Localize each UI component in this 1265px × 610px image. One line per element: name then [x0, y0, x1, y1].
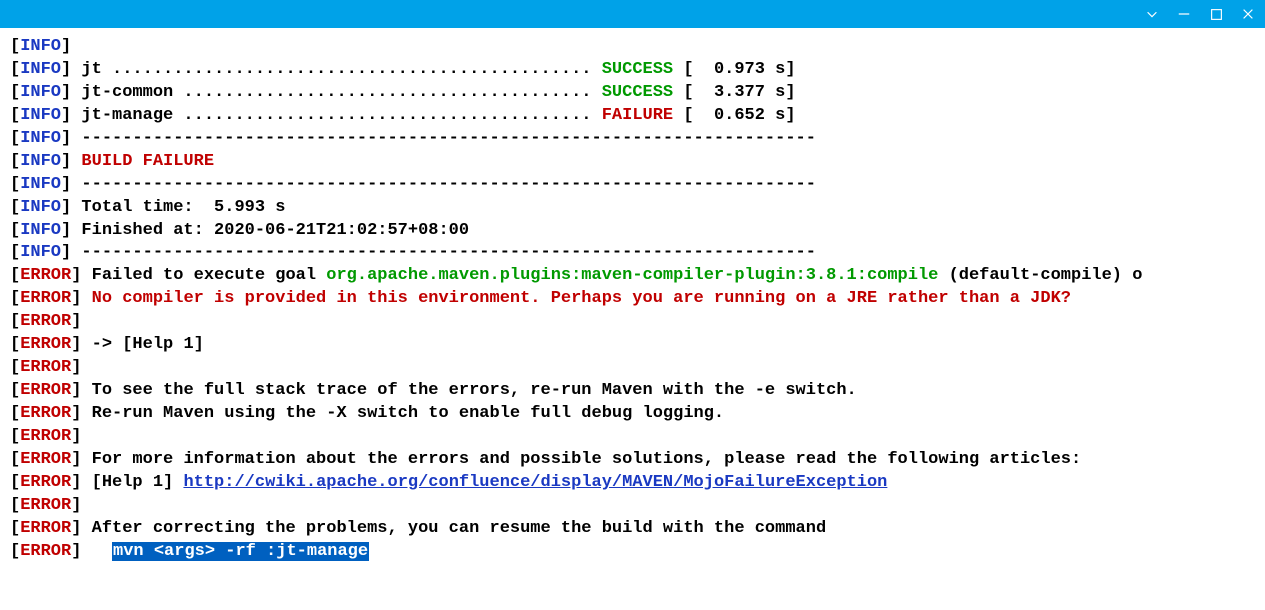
console-text: SUCCESS: [602, 83, 673, 102]
console-text: Re-run Maven using the: [81, 404, 326, 423]
resume-command: mvn <args> -rf :jt-manage: [112, 542, 369, 561]
info-tag: INFO: [20, 83, 61, 102]
error-tag: ERROR: [20, 450, 71, 469]
console-text: After correcting the problems, you can r…: [81, 519, 826, 538]
console-text: [173, 473, 183, 492]
console-text: FAILURE: [602, 106, 673, 125]
info-tag: INFO: [20, 221, 61, 240]
console-line: [ERROR] Re-run Maven using the -X switch…: [10, 403, 1255, 426]
console-text: [ 0.652 s]: [673, 106, 795, 125]
info-tag: INFO: [20, 60, 61, 79]
error-tag: ERROR: [20, 335, 71, 354]
console-text: o: [1122, 266, 1142, 285]
console-line: [ERROR] -> [Help 1]: [10, 334, 1255, 357]
console-line: [INFO] ---------------------------------…: [10, 128, 1255, 151]
info-tag: INFO: [20, 175, 61, 194]
console-line: [ERROR]: [10, 357, 1255, 380]
console-text: No compiler is provided in this environm…: [81, 289, 1071, 308]
info-tag: INFO: [20, 243, 61, 262]
error-tag: ERROR: [20, 542, 71, 561]
console-line: [ERROR] After correcting the problems, y…: [10, 518, 1255, 541]
error-tag: ERROR: [20, 427, 71, 446]
console-output: [INFO][INFO] jt ........................…: [0, 28, 1265, 574]
info-tag: INFO: [20, 129, 61, 148]
error-tag: ERROR: [20, 381, 71, 400]
console-text: ----------------------------------------…: [71, 175, 816, 194]
console-text: [ 3.377 s]: [673, 83, 795, 102]
window-titlebar: [0, 0, 1265, 28]
console-text: [Help 1]: [92, 473, 174, 492]
chevron-down-icon[interactable]: [1143, 5, 1161, 23]
console-text: To see the full stack trace of the error…: [81, 381, 754, 400]
console-text: jt-common ..............................…: [71, 83, 602, 102]
info-tag: INFO: [20, 106, 61, 125]
console-line: [INFO] Total time: 5.993 s: [10, 197, 1255, 220]
console-text: BUILD FAILURE: [71, 152, 214, 171]
console-text: -X: [326, 404, 346, 423]
error-tag: ERROR: [20, 266, 71, 285]
minimize-icon[interactable]: [1175, 5, 1193, 23]
error-tag: ERROR: [20, 519, 71, 538]
console-line: [ERROR]: [10, 495, 1255, 518]
info-tag: INFO: [20, 198, 61, 217]
console-text: jt-manage ..............................…: [71, 106, 602, 125]
console-text: For more information about the errors an…: [81, 450, 1081, 469]
error-tag: ERROR: [20, 473, 71, 492]
console-line: [ERROR] For more information about the e…: [10, 449, 1255, 472]
console-text: Total time: 5.993 s: [71, 198, 285, 217]
info-tag: INFO: [20, 152, 61, 171]
console-text: [81, 473, 91, 492]
console-text: ----------------------------------------…: [71, 243, 816, 262]
console-line: [ERROR] mvn <args> -rf :jt-manage: [10, 541, 1255, 564]
console-line: [INFO]: [10, 36, 1255, 59]
console-text: ----------------------------------------…: [71, 129, 816, 148]
console-text: [Help 1]: [122, 335, 204, 354]
console-text: jt .....................................…: [71, 60, 602, 79]
console-text: ->: [81, 335, 122, 354]
console-line: [ERROR] [Help 1] http://cwiki.apache.org…: [10, 472, 1255, 495]
console-line: [ERROR] To see the full stack trace of t…: [10, 380, 1255, 403]
error-tag: ERROR: [20, 312, 71, 331]
console-text: Failed to execute goal: [81, 266, 326, 285]
console-line: [ERROR]: [10, 426, 1255, 449]
close-icon[interactable]: [1239, 5, 1257, 23]
console-line: [INFO] jt-common .......................…: [10, 82, 1255, 105]
error-tag: ERROR: [20, 496, 71, 515]
console-text: [ 0.973 s]: [673, 60, 795, 79]
console-text: -e: [755, 381, 775, 400]
console-line: [ERROR]: [10, 311, 1255, 334]
console-line: [ERROR] Failed to execute goal org.apach…: [10, 265, 1255, 288]
console-line: [INFO] jt-manage .......................…: [10, 105, 1255, 128]
console-text: org.apache.maven.plugins:maven-compiler-…: [326, 266, 938, 285]
console-line: [INFO] ---------------------------------…: [10, 174, 1255, 197]
console-text: [938, 266, 948, 285]
error-tag: ERROR: [20, 289, 71, 308]
error-tag: ERROR: [20, 404, 71, 423]
console-text: [81, 542, 112, 561]
console-text: Finished at: 2020-06-21T21:02:57+08:00: [71, 221, 469, 240]
error-tag: ERROR: [20, 358, 71, 377]
info-tag: INFO: [20, 37, 61, 56]
console-text: switch.: [775, 381, 857, 400]
console-text: (default-compile): [949, 266, 1122, 285]
console-line: [ERROR] No compiler is provided in this …: [10, 288, 1255, 311]
console-text: switch to enable full debug logging.: [347, 404, 724, 423]
console-line: [INFO] Finished at: 2020-06-21T21:02:57+…: [10, 220, 1255, 243]
maximize-icon[interactable]: [1207, 5, 1225, 23]
console-line: [INFO] BUILD FAILURE: [10, 151, 1255, 174]
console-text: SUCCESS: [602, 60, 673, 79]
console-line: [INFO] ---------------------------------…: [10, 242, 1255, 265]
console-line: [INFO] jt ..............................…: [10, 59, 1255, 82]
help-link[interactable]: http://cwiki.apache.org/confluence/displ…: [183, 473, 887, 492]
